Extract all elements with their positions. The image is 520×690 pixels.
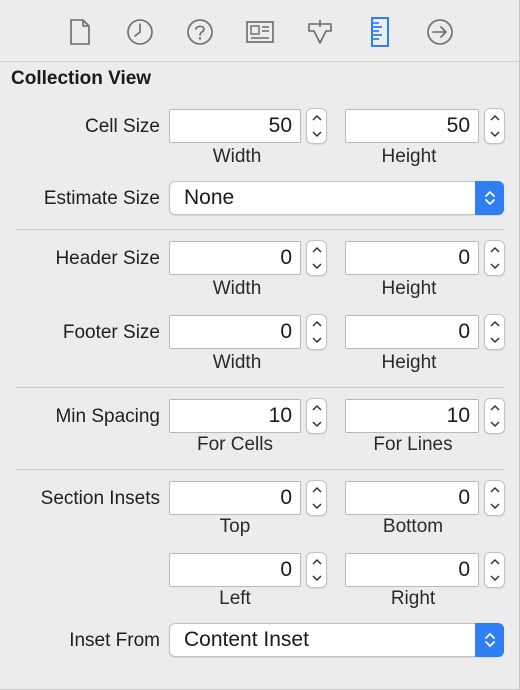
footer-width-stepper[interactable] [306,314,327,350]
chevron-down-icon[interactable] [485,258,504,275]
cell-width-caption: Width [212,146,262,167]
header-height-caption: Height [381,278,437,299]
chevron-down-icon[interactable] [307,332,326,349]
divider [16,469,504,470]
footer-height-caption: Height [381,352,437,373]
footer-height-stepper[interactable] [484,314,505,350]
chevron-up-icon[interactable] [307,241,326,258]
chevron-up-icon[interactable] [307,315,326,332]
inset-bottom-stepper[interactable] [484,480,505,516]
chevron-down-icon[interactable] [307,570,326,587]
header-width-field[interactable]: 0 [169,241,301,275]
footer-height-field[interactable]: 0 [345,315,479,349]
toolbar-divider [0,61,520,62]
divider [16,387,504,388]
chevron-up-icon[interactable] [485,481,504,498]
chevron-down-icon[interactable] [307,126,326,143]
chevron-up-icon[interactable] [485,399,504,416]
footer-size-label: Footer Size [62,322,160,343]
inset-bottom-field[interactable]: 0 [345,481,479,515]
chevron-down-icon[interactable] [485,332,504,349]
footer-width-caption: Width [212,352,262,373]
attributes-icon [308,20,332,44]
file-icon [70,19,90,45]
cell-height-caption: Height [381,146,437,167]
chevron-down-icon[interactable] [307,498,326,515]
header-size-label: Header Size [55,248,160,269]
arrow-circle-icon [427,19,453,45]
ruler-icon [371,17,389,47]
inset-from-popup[interactable]: Content Inset [169,623,504,657]
popup-arrows-icon [475,181,504,215]
connections-inspector-tab[interactable] [422,14,458,50]
estimate-size-popup[interactable]: None [169,181,504,215]
inset-top-caption: Top [219,516,251,537]
min-spacing-label: Min Spacing [55,406,160,427]
header-width-stepper[interactable] [306,240,327,276]
spacing-cells-field[interactable]: 10 [169,399,301,433]
section-insets-label: Section Insets [40,488,160,509]
footer-width-field[interactable]: 0 [169,315,301,349]
spacing-cells-caption: For Cells [196,434,273,455]
divider [16,229,504,230]
chevron-down-icon[interactable] [307,258,326,275]
cell-width-field[interactable]: 50 [169,109,301,143]
inset-left-caption: Left [219,588,251,609]
inset-right-caption: Right [390,588,436,609]
chevron-up-icon[interactable] [307,553,326,570]
inset-left-stepper[interactable] [306,552,327,588]
chevron-down-icon[interactable] [485,416,504,433]
chevron-down-icon[interactable] [485,126,504,143]
section-title: Collection View [11,68,152,89]
estimate-size-value: None [184,186,235,209]
cell-height-field[interactable]: 50 [345,109,479,143]
help-icon [187,19,213,45]
inset-bottom-caption: Bottom [382,516,444,537]
identity-card-icon [246,21,274,43]
chevron-up-icon[interactable] [485,553,504,570]
spacing-lines-field[interactable]: 10 [345,399,479,433]
chevron-up-icon[interactable] [485,241,504,258]
inset-right-stepper[interactable] [484,552,505,588]
chevron-up-icon[interactable] [307,481,326,498]
inset-top-field[interactable]: 0 [169,481,301,515]
size-inspector-tab[interactable] [362,14,398,50]
identity-inspector-tab[interactable] [242,14,278,50]
inset-from-value: Content Inset [184,628,309,651]
estimate-size-label: Estimate Size [43,188,160,209]
chevron-up-icon[interactable] [307,399,326,416]
attributes-inspector-tab[interactable] [302,14,338,50]
cell-width-stepper[interactable] [306,108,327,144]
inset-right-field[interactable]: 0 [345,553,479,587]
file-inspector-tab[interactable] [62,14,98,50]
spacing-lines-stepper[interactable] [484,398,505,434]
cell-size-label: Cell Size [85,116,160,137]
inset-from-label: Inset From [69,630,160,651]
chevron-down-icon[interactable] [485,498,504,515]
spacing-lines-caption: For Lines [373,434,453,455]
chevron-up-icon[interactable] [485,315,504,332]
chevron-down-icon[interactable] [485,570,504,587]
chevron-up-icon[interactable] [307,109,326,126]
inspector-toolbar [0,0,520,62]
popup-arrows-icon [475,623,504,657]
cell-height-stepper[interactable] [484,108,505,144]
clock-icon [127,19,153,45]
header-height-field[interactable]: 0 [345,241,479,275]
quick-help-tab[interactable] [182,14,218,50]
chevron-up-icon[interactable] [485,109,504,126]
spacing-cells-stepper[interactable] [306,398,327,434]
chevron-down-icon[interactable] [307,416,326,433]
inset-top-stepper[interactable] [306,480,327,516]
inset-left-field[interactable]: 0 [169,553,301,587]
history-inspector-tab[interactable] [122,14,158,50]
header-height-stepper[interactable] [484,240,505,276]
header-width-caption: Width [212,278,262,299]
